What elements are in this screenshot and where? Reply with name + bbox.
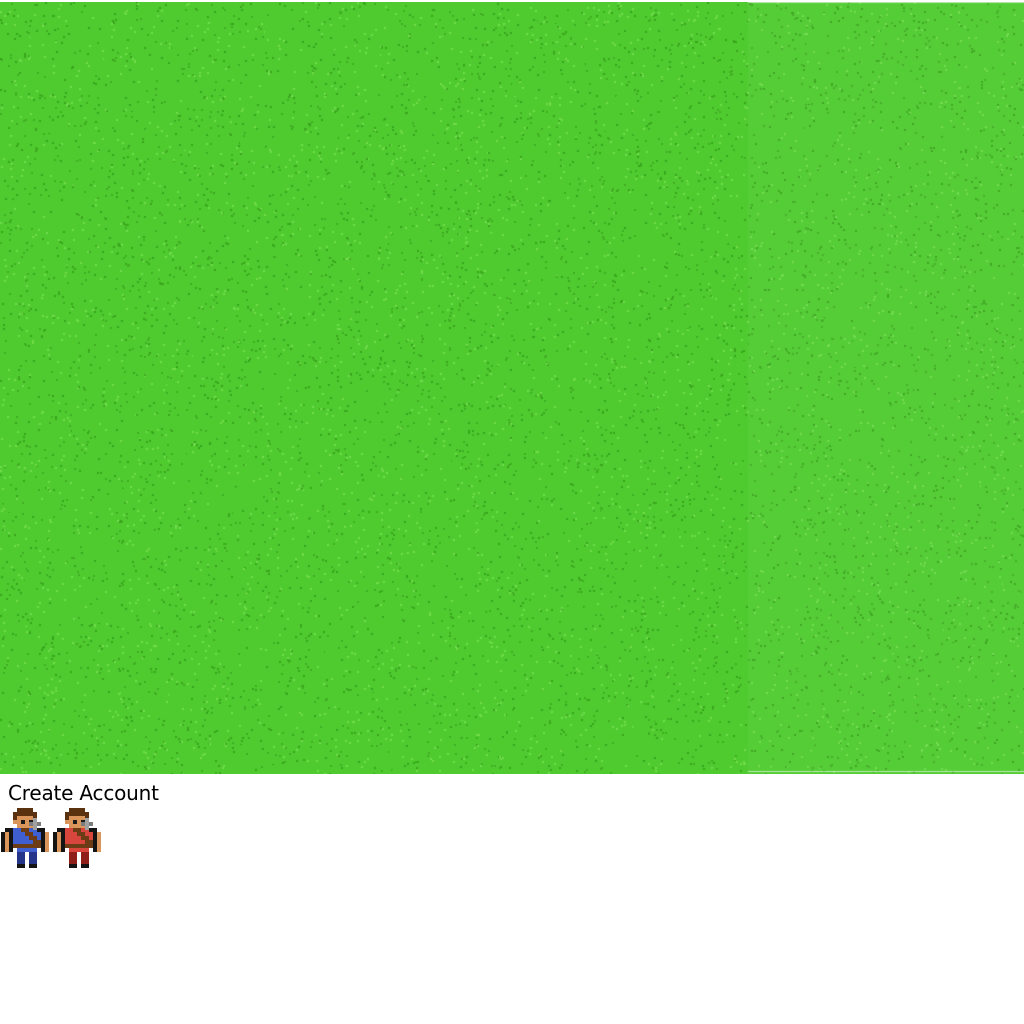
character-select-red[interactable] <box>53 808 101 870</box>
game-map-grass[interactable] <box>0 2 1024 774</box>
character-blue-sprite <box>1 808 49 868</box>
create-account-link[interactable]: Create Account <box>8 780 159 806</box>
game-screen: Create Account <box>0 0 1024 1024</box>
character-red-sprite <box>53 808 101 868</box>
character-select-blue[interactable] <box>1 808 49 870</box>
